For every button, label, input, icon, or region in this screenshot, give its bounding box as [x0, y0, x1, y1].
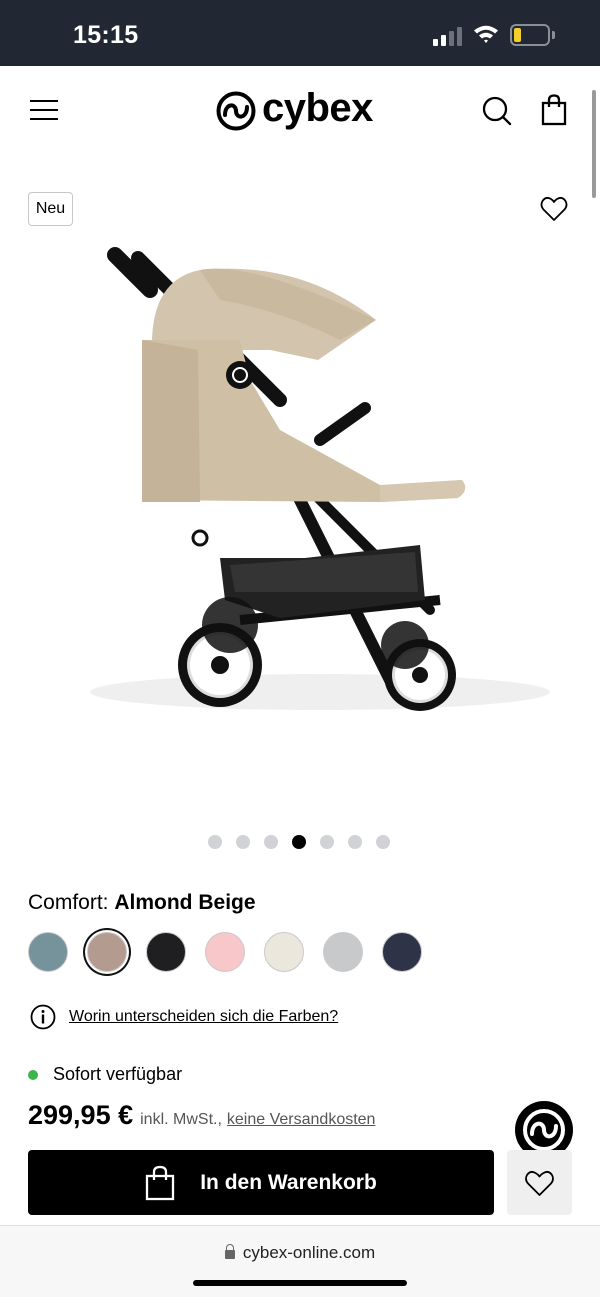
- new-badge: Neu: [28, 192, 73, 226]
- availability-status: Sofort verfügbar: [28, 1064, 182, 1085]
- site-header: cybex: [0, 66, 600, 156]
- swatch-pink[interactable]: [205, 932, 245, 972]
- heart-icon[interactable]: [540, 196, 568, 222]
- gallery-pagination: [208, 835, 390, 849]
- shopping-bag-icon: [146, 1165, 175, 1200]
- search-icon[interactable]: [482, 96, 512, 126]
- vat-text: inkl. MwSt.,: [140, 1111, 222, 1128]
- menu-icon: [30, 100, 58, 102]
- swatch-navy[interactable]: [382, 932, 422, 972]
- gallery-dot-1[interactable]: [208, 835, 222, 849]
- availability-dot-icon: [28, 1069, 38, 1080]
- logo-text: cybex: [262, 85, 373, 130]
- swatch-blue-grey[interactable]: [28, 932, 68, 972]
- signal-icon: [433, 26, 463, 46]
- gallery-dot-2[interactable]: [236, 835, 250, 849]
- shipping-link[interactable]: keine Versandkosten: [227, 1111, 376, 1129]
- lock-icon: [224, 1244, 235, 1259]
- gallery-dot-6[interactable]: [348, 835, 362, 849]
- color-difference-link[interactable]: Worin unterscheiden sich die Farben?: [69, 1008, 338, 1026]
- gallery-dot-4-active[interactable]: [292, 835, 306, 849]
- swatch-light-grey[interactable]: [323, 932, 363, 972]
- url-text: cybex-online.com: [242, 1243, 376, 1262]
- variant-selection: Comfort: Almond Beige: [28, 891, 256, 915]
- info-icon: [30, 1004, 56, 1030]
- shopping-bag-icon[interactable]: [541, 94, 567, 126]
- scrollbar[interactable]: [592, 90, 596, 198]
- variant-value: Almond Beige: [114, 891, 256, 914]
- wifi-icon: [474, 25, 498, 43]
- menu-button[interactable]: [30, 98, 60, 122]
- variant-label: Comfort:: [28, 891, 109, 914]
- gallery-dot-3[interactable]: [264, 835, 278, 849]
- swatch-cream[interactable]: [264, 932, 304, 972]
- add-to-cart-label: In den Warenkorb: [200, 1170, 377, 1194]
- swatch-almond-beige[interactable]: [87, 932, 127, 972]
- add-to-cart-button[interactable]: In den Warenkorb: [28, 1150, 494, 1215]
- product-image-stroller[interactable]: [80, 240, 550, 740]
- wishlist-button[interactable]: [507, 1150, 572, 1215]
- url-display[interactable]: cybex-online.com: [0, 1243, 600, 1263]
- browser-url-bar[interactable]: cybex-online.com: [0, 1225, 600, 1297]
- cybex-logo[interactable]: cybex: [216, 85, 373, 134]
- status-bar: 15:15: [0, 0, 600, 66]
- status-time: 15:15: [73, 21, 139, 49]
- cybex-logo-icon: [216, 91, 256, 131]
- swatch-black[interactable]: [146, 932, 186, 972]
- availability-text: Sofort verfügbar: [53, 1064, 183, 1084]
- color-swatches: [28, 932, 422, 972]
- home-indicator[interactable]: [193, 1280, 407, 1286]
- battery-icon: [510, 24, 550, 46]
- heart-icon: [525, 1170, 554, 1196]
- gallery-dot-5[interactable]: [320, 835, 334, 849]
- price: 299,95 €: [28, 1100, 134, 1130]
- color-info-row: Worin unterscheiden sich die Farben?: [30, 1004, 338, 1030]
- price-row: 299,95 € inkl. MwSt., keine Versandkoste…: [28, 1100, 375, 1131]
- gallery-dot-7[interactable]: [376, 835, 390, 849]
